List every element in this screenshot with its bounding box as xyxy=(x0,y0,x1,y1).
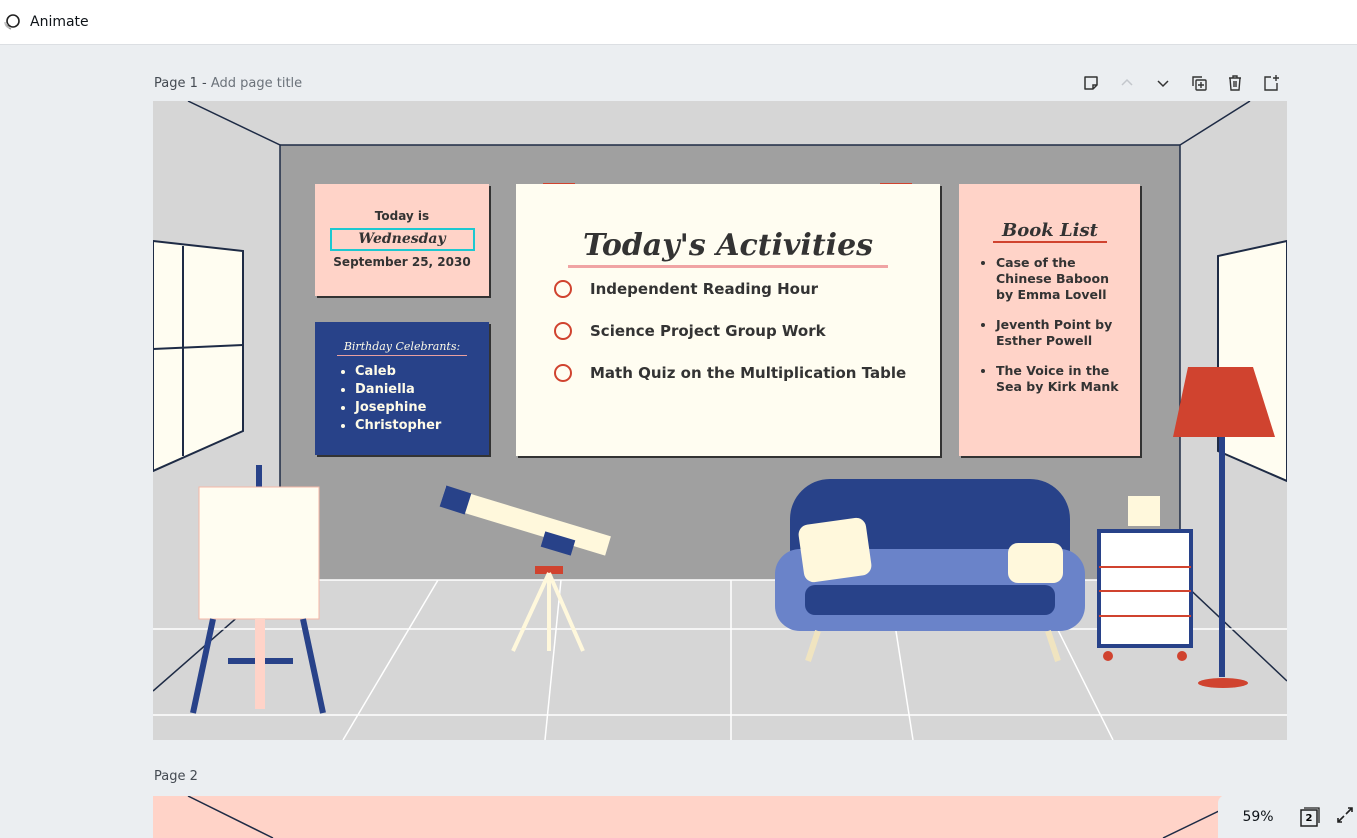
book-list-card[interactable]: Book List Case of the Chinese Baboon by … xyxy=(959,184,1140,456)
page-grid-button[interactable]: 2 xyxy=(1298,806,1322,828)
activity-item: Math Quiz on the Multiplication Table xyxy=(554,352,940,394)
sticky-note-icon xyxy=(1084,76,1098,90)
page-2-label: Page 2 xyxy=(154,769,198,784)
activity-label: Independent Reading Hour xyxy=(590,280,819,298)
date-text: September 25, 2030 xyxy=(333,255,471,269)
top-toolbar: Animate xyxy=(0,0,1357,45)
activity-item: Independent Reading Hour xyxy=(554,268,940,310)
book-item: The Voice in the Sea by Kirk Mank xyxy=(996,363,1130,395)
zoom-level[interactable]: 59% xyxy=(1218,809,1298,825)
birthday-card[interactable]: Birthday Celebrants: Caleb Daniella Jose… xyxy=(315,322,489,455)
page-2-illustration xyxy=(187,796,1251,838)
scribble-bullet-icon xyxy=(554,322,572,340)
page-1-title: Page 1 - Add page title xyxy=(154,76,302,91)
activities-card[interactable]: Today's Activities Independent Reading H… xyxy=(516,184,940,456)
birthday-heading: Birthday Celebrants: xyxy=(337,340,467,356)
activity-label: Science Project Group Work xyxy=(590,322,826,340)
page-1-label: Page 1 - xyxy=(154,76,211,91)
expand-icon xyxy=(1337,806,1353,823)
page-count: 2 xyxy=(1305,812,1313,824)
add-page-button[interactable] xyxy=(1260,72,1282,94)
duplicate-icon xyxy=(1192,76,1207,91)
activities-heading: Today's Activities xyxy=(568,228,888,268)
right-window-icon xyxy=(1217,239,1287,483)
page-toolbar xyxy=(1080,72,1282,94)
animate-label: Animate xyxy=(30,14,89,30)
birthday-name: Josephine xyxy=(355,399,489,417)
move-up-button[interactable] xyxy=(1116,72,1138,94)
slide-canvas[interactable]: Today is Wednesday September 25, 2030 Bi… xyxy=(153,101,1287,740)
scribble-bullet-icon xyxy=(554,364,572,382)
birthday-name: Christopher xyxy=(355,417,489,435)
date-card[interactable]: Today is Wednesday September 25, 2030 xyxy=(315,184,489,296)
birthday-name: Caleb xyxy=(355,363,489,381)
fullscreen-button[interactable] xyxy=(1336,806,1354,828)
activity-label: Math Quiz on the Multiplication Table xyxy=(590,364,907,382)
scribble-bullet-icon xyxy=(554,280,572,298)
chevron-down-icon xyxy=(1157,80,1169,88)
page-2-preview[interactable] xyxy=(153,796,1287,838)
book-item: Jeventh Point by Esther Powell xyxy=(996,317,1130,349)
animate-icon xyxy=(4,14,20,30)
birthday-name: Daniella xyxy=(355,381,489,399)
delete-page-button[interactable] xyxy=(1224,72,1246,94)
book-item: Case of the Chinese Baboon by Emma Lovel… xyxy=(996,255,1130,303)
duplicate-page-button[interactable] xyxy=(1188,72,1210,94)
add-page-icon xyxy=(1264,75,1279,91)
add-page-title-input[interactable]: Add page title xyxy=(211,76,302,91)
chevron-up-icon xyxy=(1121,78,1133,86)
date-intro: Today is xyxy=(374,209,430,223)
book-list-heading: Book List xyxy=(993,220,1107,243)
notes-button[interactable] xyxy=(1080,72,1102,94)
trash-icon xyxy=(1229,75,1241,91)
move-down-button[interactable] xyxy=(1152,72,1174,94)
animate-button[interactable]: Animate xyxy=(2,12,89,32)
zoom-controls: 59% 2 xyxy=(1218,795,1357,838)
left-window-icon xyxy=(153,239,244,473)
day-text-selected[interactable]: Wednesday xyxy=(329,228,475,251)
activity-item: Science Project Group Work xyxy=(554,310,940,352)
